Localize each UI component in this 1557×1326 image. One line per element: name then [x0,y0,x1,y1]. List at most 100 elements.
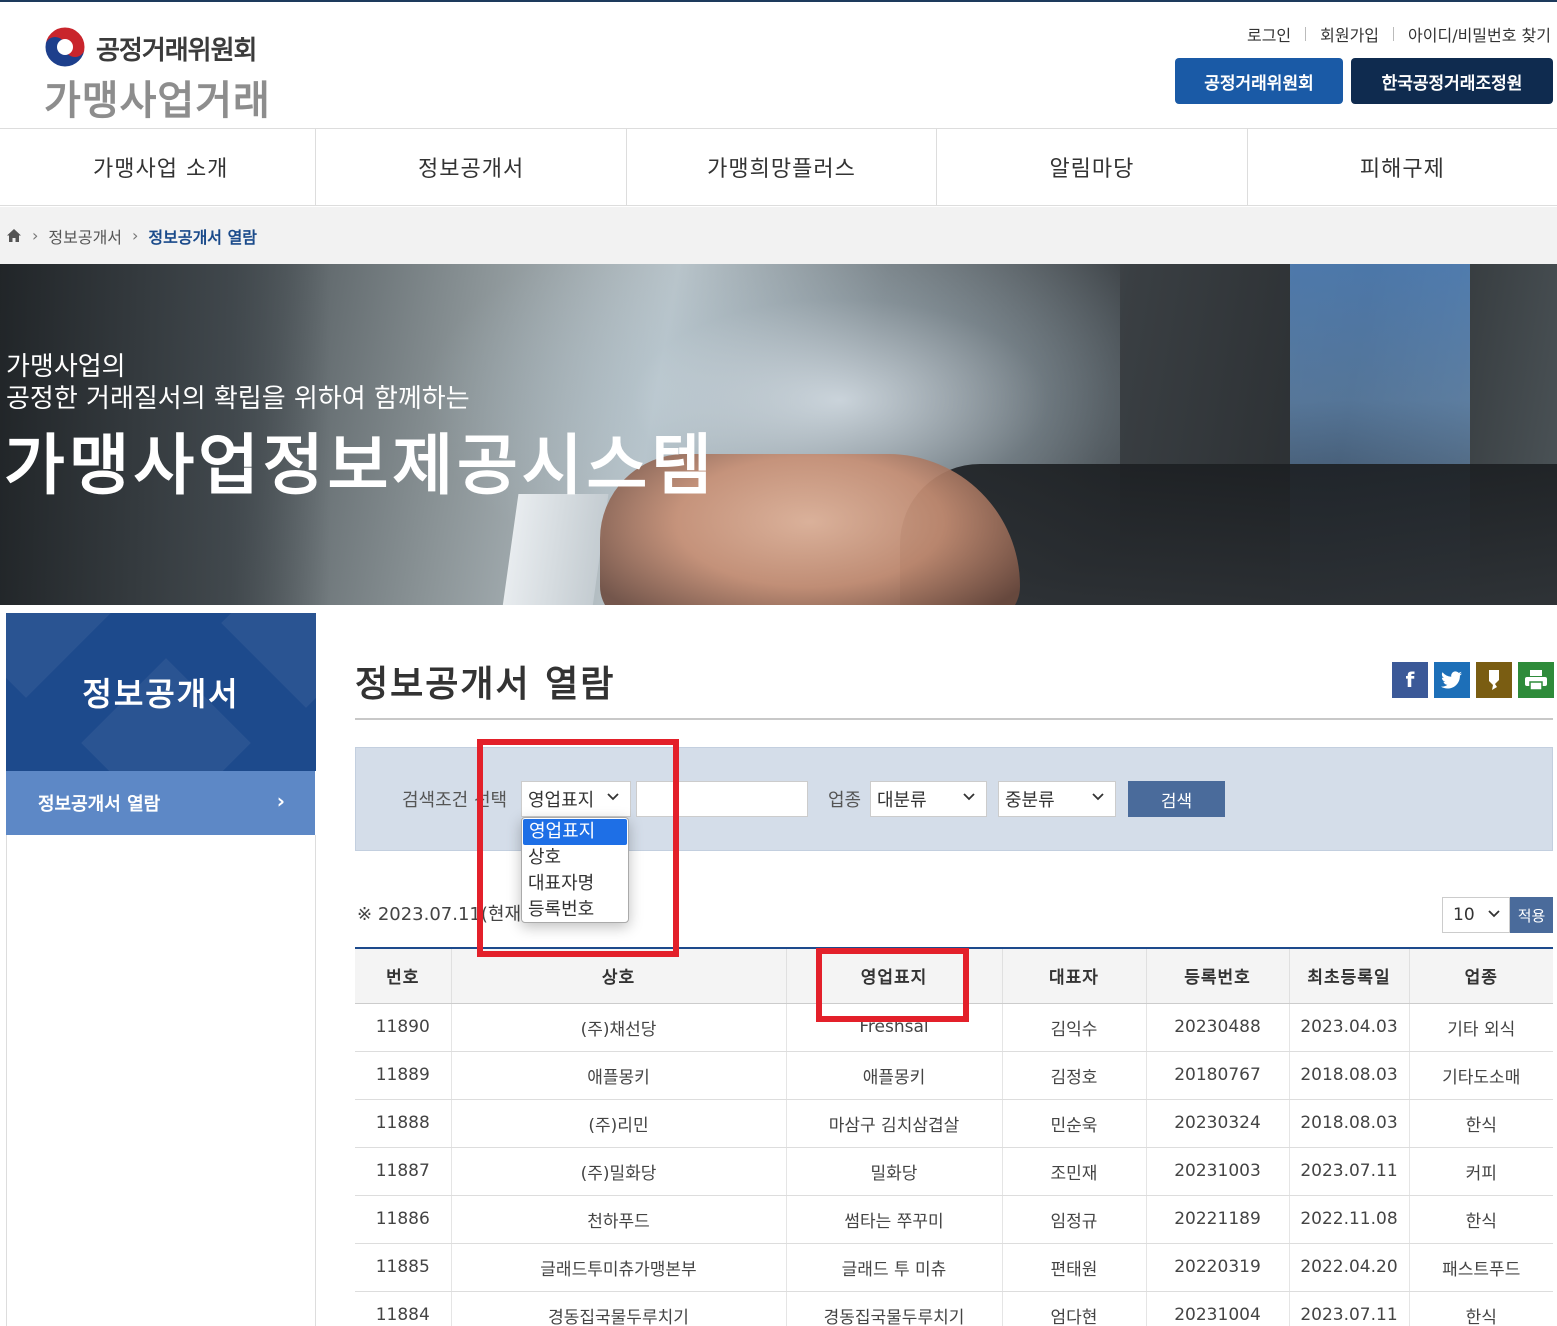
cell-ceo: 민순욱 [1001,1099,1146,1148]
gnb-item-disclosure[interactable]: 정보공개서 [315,129,625,205]
cell-first-reg-date: 2023.07.11 [1288,1147,1409,1196]
gnb-item-hope-plus[interactable]: 가맹희망플러스 [625,129,936,205]
chevron-down-icon [963,793,975,801]
cell-number: 11890 [355,1003,451,1052]
cell-number: 11887 [355,1147,451,1196]
table-row[interactable]: 11888 (주)리민 마삼구 김치삼겹살 민순욱 20230324 2018.08.03… [355,1099,1553,1148]
col-header-first-reg-date[interactable]: 최초등록일 [1288,948,1409,1004]
cell-first-reg-date: 2022.04.20 [1288,1243,1409,1292]
cell-company[interactable]: (주)리민 [450,1099,786,1148]
highlight-box-brand-column [816,948,969,1022]
cell-brand[interactable]: 밀화당 [785,1147,1002,1196]
lnb-item-label: 정보공개서 열람 [38,794,161,815]
breadcrumb-level1[interactable]: 정보공개서 [48,224,122,248]
banner-line2: 공정한 거래질서의 확립을 위하여 함께하는 [6,384,470,414]
cell-number: 11886 [355,1195,451,1244]
utility-links: 로그인 회원가입 아이디/비밀번호 찾기 [1247,22,1551,46]
signup-link[interactable]: 회원가입 [1320,22,1379,46]
table-row[interactable]: 11886 천하푸드 썸타는 쭈꾸미 임정규 20221189 2022.11.08 한식 [355,1195,1553,1244]
global-nav: 가맹사업 소개 정보공개서 가맹희망플러스 알림마당 피해구제 [0,128,1557,206]
search-button[interactable]: 검색 [1128,781,1225,817]
org-name: 공정거래위원회 [96,36,257,66]
major-category-value: 대분류 [877,790,927,811]
login-link[interactable]: 로그인 [1247,22,1291,46]
cell-reg-no: 20231004 [1145,1291,1289,1326]
banner-shirt-cuff [501,494,609,605]
cell-ceo: 김익수 [1001,1003,1146,1052]
table-row[interactable]: 11889 애플몽키 애플몽키 김정호 20180767 2018.08.03 기타도소매 [355,1051,1553,1100]
cell-number: 11884 [355,1291,451,1326]
cell-ceo: 임정규 [1001,1195,1146,1244]
major-category-select[interactable]: 대분류 [870,781,987,817]
gnb-item-notice[interactable]: 알림마당 [936,129,1246,205]
minor-category-select[interactable]: 중분류 [998,781,1116,817]
cell-company[interactable]: 천하푸드 [450,1195,786,1244]
page-title: 정보공개서 열람 [355,664,616,705]
cell-reg-no: 20220319 [1145,1243,1289,1292]
cell-industry: 패스트푸드 [1408,1243,1553,1292]
twitter-icon[interactable] [1434,662,1470,698]
kfair-site-button[interactable]: 한국공정거래조정원 [1351,58,1553,104]
col-header-ceo[interactable]: 대표자 [1001,948,1146,1004]
table-row[interactable]: 11887 (주)밀화당 밀화당 조민재 20231003 2023.07.11 커피 [355,1147,1553,1196]
cell-brand[interactable]: 마삼구 김치삼겹살 [785,1099,1002,1148]
col-header-reg-no[interactable]: 등록번호 [1145,948,1289,1004]
cell-brand[interactable]: 애플몽키 [785,1051,1002,1100]
cell-ceo: 김정호 [1001,1051,1146,1100]
kakaostory-icon[interactable] [1476,662,1512,698]
gnb-item-relief[interactable]: 피해구제 [1246,129,1557,205]
cell-brand[interactable]: 경동집국물두루치기 [785,1291,1002,1326]
lnb-header: 정보공개서 [6,613,316,771]
page-size-select[interactable]: 10 [1442,897,1510,933]
top-accent-line [0,0,1557,2]
site-logo[interactable]: 공정거래위원회 가맹사업거래 [44,26,294,124]
site-name: 가맹사업거래 [44,78,271,124]
col-header-number[interactable]: 번호 [355,948,451,1004]
breadcrumb-current: 정보공개서 열람 [148,227,258,247]
cell-first-reg-date: 2018.08.03 [1288,1051,1409,1100]
cell-industry: 한식 [1408,1099,1553,1148]
cell-company[interactable]: (주)채선당 [450,1003,786,1052]
cell-reg-no: 20230324 [1145,1099,1289,1148]
print-icon[interactable] [1518,662,1554,698]
col-header-industry[interactable]: 업종 [1408,948,1553,1004]
cell-reg-no: 20231003 [1145,1147,1289,1196]
cell-industry: 한식 [1408,1291,1553,1326]
cell-company[interactable]: 애플몽키 [450,1051,786,1100]
facebook-icon[interactable]: f [1392,662,1428,698]
taegeuk-emblem-icon [44,26,86,68]
chevron-down-icon [1092,793,1104,801]
cell-ceo: 편태원 [1001,1243,1146,1292]
hero-banner: 가맹사업의 공정한 거래질서의 확립을 위하여 함께하는 가맹사업정보제공시스템 [0,264,1557,605]
cell-brand[interactable]: 글래드 투 미츄 [785,1243,1002,1292]
cell-reg-no: 20180767 [1145,1051,1289,1100]
gnb-item-intro[interactable]: 가맹사업 소개 [0,129,315,205]
cell-number: 11888 [355,1099,451,1148]
chevron-right-icon: › [32,226,39,245]
cell-company[interactable]: 글래드투미츄가맹본부 [450,1243,786,1292]
apply-button[interactable]: 적용 [1510,897,1553,933]
minor-category-value: 중분류 [1005,790,1055,811]
cell-first-reg-date: 2023.07.11 [1288,1291,1409,1326]
cell-first-reg-date: 2023.04.03 [1288,1003,1409,1052]
table-row[interactable]: 11885 글래드투미츄가맹본부 글래드 투 미츄 편태원 20220319 2022.0… [355,1243,1553,1292]
cell-industry: 한식 [1408,1195,1553,1244]
highlight-box-dropdown [477,739,679,957]
banner-headline: 가맹사업정보제공시스템 [4,427,716,504]
breadcrumb: › 정보공개서 › 정보공개서 열람 [0,207,1557,264]
cell-brand[interactable]: 썸타는 쭈꾸미 [785,1195,1002,1244]
cell-reg-no: 20230488 [1145,1003,1289,1052]
lnb-item-disclosure-view[interactable]: 정보공개서 열람 › [6,771,315,835]
page-size-value: 10 [1453,905,1475,925]
cell-number: 11889 [355,1051,451,1100]
cell-industry: 커피 [1408,1147,1553,1196]
cell-company[interactable]: (주)밀화당 [450,1147,786,1196]
ftc-site-button[interactable]: 공정거래위원회 [1175,58,1343,104]
cell-company[interactable]: 경동집국물두루치기 [450,1291,786,1326]
lnb-border [6,835,7,1326]
home-icon[interactable] [6,228,22,243]
title-divider [355,718,1553,720]
find-account-link[interactable]: 아이디/비밀번호 찾기 [1408,22,1551,46]
lnb-title: 정보공개서 [82,675,240,713]
table-row[interactable]: 11884 경동집국물두루치기 경동집국물두루치기 엄다현 20231004 2023.0… [355,1291,1553,1326]
